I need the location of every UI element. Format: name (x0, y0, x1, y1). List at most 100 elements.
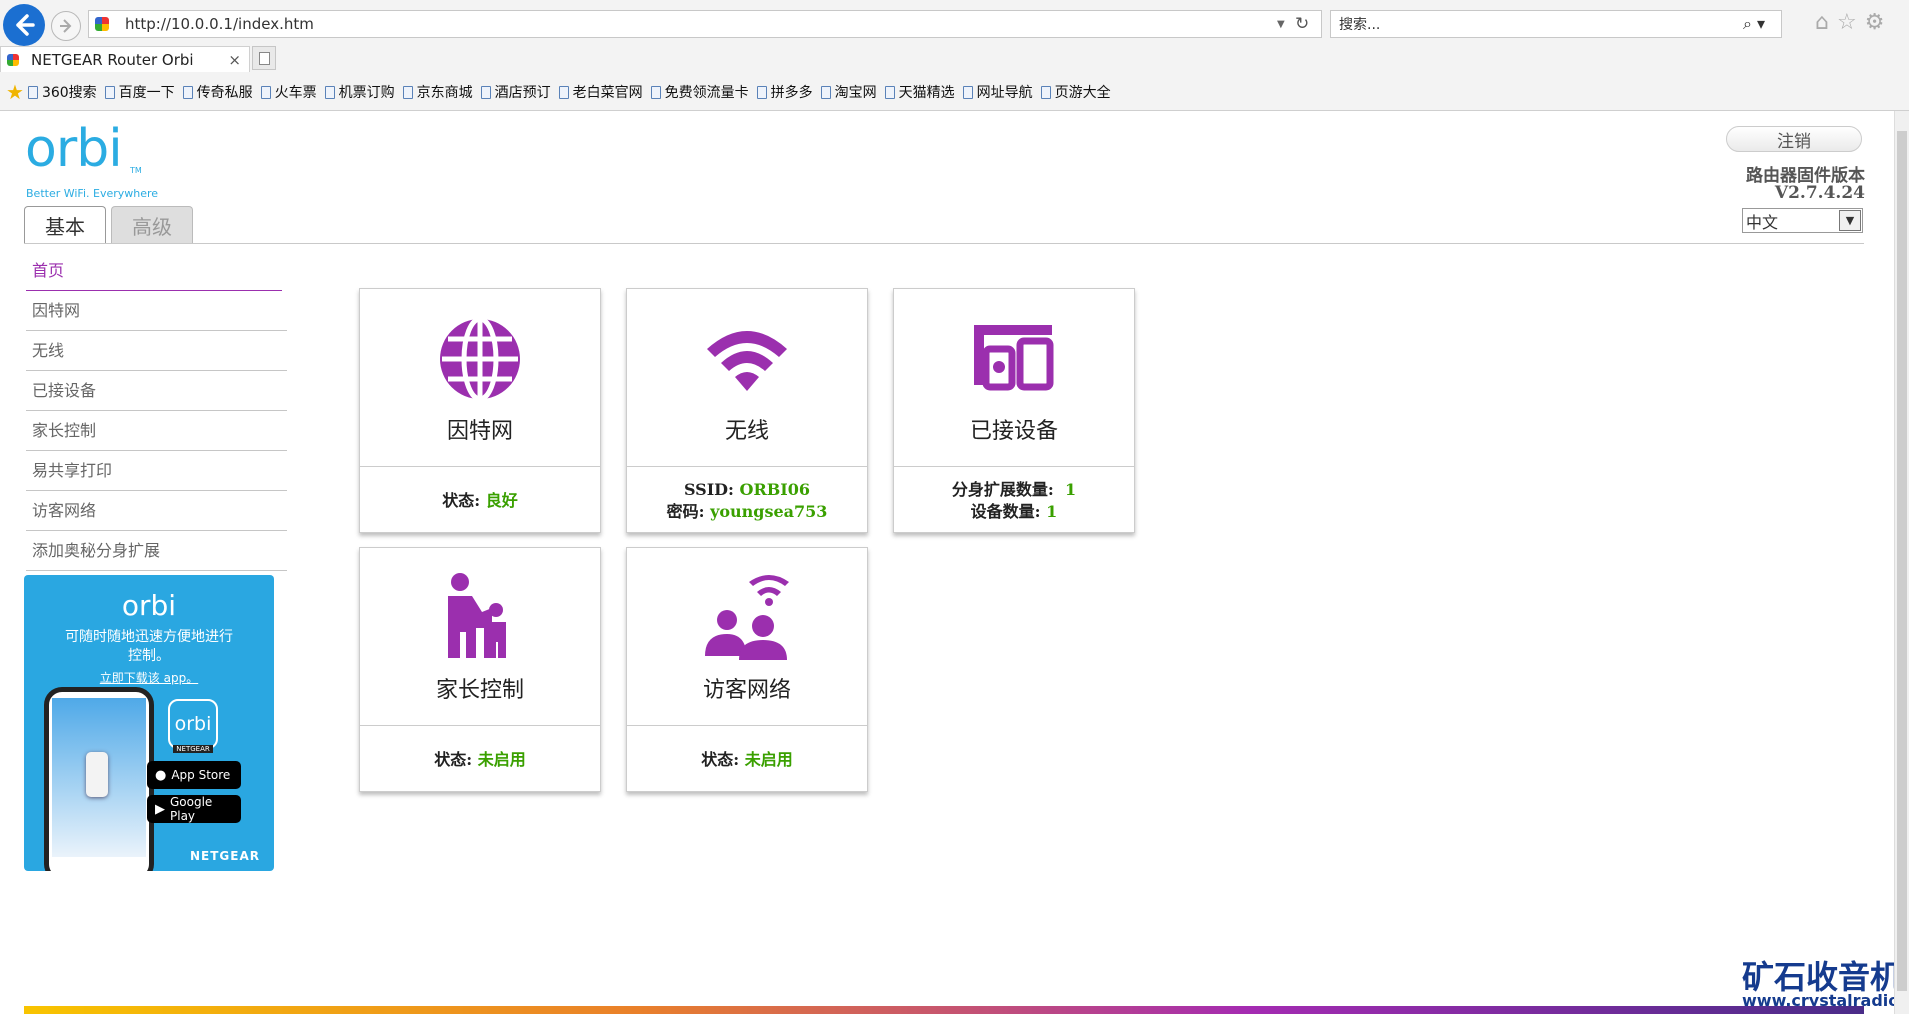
promo-download-link[interactable]: 立即下载该 app。 (24, 669, 274, 686)
ssid-value: ORBI06 (739, 480, 811, 499)
card-title: 访客网络 (702, 678, 791, 703)
wireless-card[interactable]: 无线 SSID: ORBI06 密码: youngsea753 (626, 288, 868, 533)
bookmark-item[interactable]: 老白菜官网 (558, 82, 643, 102)
parental-controls-card[interactable]: 家长控制 状态: 未启用 (359, 547, 601, 792)
page-icon (820, 85, 831, 99)
refresh-icon[interactable]: ↻ (1295, 14, 1321, 34)
chevron-down-icon[interactable]: ▼ (1839, 210, 1861, 231)
tab-basic[interactable]: 基本 (24, 206, 106, 244)
promo-logo: orbi (121, 589, 177, 622)
sidebar-item-internet[interactable]: 因特网 (26, 291, 287, 331)
page-icon (650, 85, 661, 99)
bookmark-item[interactable]: 酒店预订 (480, 82, 551, 102)
tab-advanced[interactable]: 高级 (111, 206, 193, 244)
page-icon (962, 85, 973, 99)
bookmark-item[interactable]: 免费领流量卡 (650, 82, 749, 102)
sidebar-item-parental-controls[interactable]: 家长控制 (26, 411, 287, 451)
settings-gear-icon[interactable]: ⚙ (1865, 10, 1885, 35)
guest-network-card[interactable]: 访客网络 状态: 未启用 (626, 547, 868, 792)
site-favicon-icon (95, 17, 109, 31)
browser-tab[interactable]: NETGEAR Router Orbi × (0, 46, 250, 72)
search-box[interactable]: 搜索... ⌕ ▾ (1330, 10, 1782, 38)
back-button[interactable] (3, 4, 45, 46)
app-store-button[interactable]: ● App Store (147, 761, 241, 789)
bookmark-label: 京东商城 (416, 85, 473, 101)
bookmark-item[interactable]: 360搜索 (27, 82, 97, 102)
bookmark-item[interactable]: 机票订购 (324, 82, 395, 102)
bookmark-item[interactable]: 淘宝网 (820, 82, 877, 102)
bookmark-item[interactable]: 传奇私服 (182, 82, 253, 102)
netgear-logo: NETGEAR (190, 849, 260, 863)
bookmark-label: 酒店预订 (494, 85, 551, 101)
search-input[interactable]: 搜索... (1339, 14, 1743, 34)
internet-card[interactable]: 因特网 状态: 良好 (359, 288, 601, 533)
favorites-star-icon[interactable]: ★ (6, 80, 24, 104)
home-icon[interactable]: ⌂ (1815, 10, 1829, 35)
bookmark-item[interactable]: 火车票 (260, 82, 317, 102)
bookmarks-bar: ★ 360搜索 百度一下 传奇私服 火车票 机票订购 京东商城 酒店预订 老白菜官网 免费领流量… (0, 78, 1119, 106)
wifi-icon (707, 331, 787, 391)
bookmark-item[interactable]: 天猫精选 (884, 82, 955, 102)
play-icon: ▶ (155, 801, 165, 817)
app-promo-banner[interactable]: orbi 可随时随地迅速方便地进行控制。 立即下载该 app。 orbi NETG… (24, 575, 274, 871)
internet-status: 良好 (485, 491, 518, 510)
sidebar-item-add-satellite[interactable]: 添加奥秘分身扩展 (26, 531, 287, 571)
page-icon (104, 85, 115, 99)
bookmark-item[interactable]: 网址导航 (962, 82, 1033, 102)
bookmark-label: 360搜索 (41, 85, 97, 101)
favorites-star-icon[interactable]: ☆ (1837, 10, 1857, 35)
address-dropdown-icon[interactable]: ▼ (1277, 19, 1295, 30)
logo-tagline: Better WiFi. Everywhere (26, 187, 159, 200)
close-tab-icon[interactable]: × (228, 51, 241, 69)
scrollbar-thumb[interactable] (1897, 131, 1907, 991)
address-url[interactable]: http://10.0.0.1/index.htm (125, 15, 1277, 33)
bookmark-item[interactable]: 页游大全 (1040, 82, 1111, 102)
sidebar-item-guest-network[interactable]: 访客网络 (26, 491, 287, 531)
devices-icon (974, 325, 1054, 391)
sidebar-item-attached-devices[interactable]: 已接设备 (26, 371, 287, 411)
new-tab-button[interactable] (252, 46, 276, 70)
sidebar-item-readyshare-printer[interactable]: 易共享打印 (26, 451, 287, 491)
sidebar: 首页 因特网 无线 已接设备 家长控制 易共享打印 访客网络 添加奥秘分身扩展 (26, 251, 287, 571)
bookmark-label: 天猫精选 (898, 85, 955, 101)
bookmark-label: 机票订购 (338, 85, 395, 101)
parental-status: 未启用 (477, 750, 526, 769)
logout-button[interactable]: 注销 (1726, 126, 1862, 152)
bookmark-label: 网址导航 (976, 85, 1033, 101)
bookmark-label: 页游大全 (1054, 85, 1111, 101)
sidebar-item-wireless[interactable]: 无线 (26, 331, 287, 371)
bookmark-label: 淘宝网 (834, 85, 877, 101)
page-icon (558, 85, 569, 99)
tab-favicon-icon (7, 53, 19, 66)
bookmark-label: 火车票 (274, 85, 317, 101)
bookmark-label: 传奇私服 (196, 85, 253, 101)
tab-divider (24, 243, 1864, 244)
toolbar-icons: ⌂ ☆ ⚙ (1815, 10, 1884, 35)
bookmark-label: 老白菜官网 (572, 85, 643, 101)
address-bar[interactable]: http://10.0.0.1/index.htm ▼ ↻ (88, 10, 1322, 38)
device-count: 1 (1046, 502, 1058, 521)
language-value[interactable]: 中文 (1746, 209, 1839, 233)
phone-image (44, 687, 154, 871)
page-scrollbar[interactable] (1894, 111, 1909, 1014)
page-icon (480, 85, 491, 99)
google-play-button[interactable]: ▶ Google Play (147, 795, 241, 823)
forward-button[interactable] (51, 11, 81, 41)
attached-devices-card[interactable]: 已接设备 分身扩展数量: 1 设备数量: 1 (893, 288, 1135, 533)
bookmark-item[interactable]: 拼多多 (756, 82, 813, 102)
page-icon (402, 85, 413, 99)
footer-color-bar (24, 1006, 1864, 1014)
sidebar-item-home[interactable]: 首页 (26, 251, 282, 291)
bookmark-label: 拼多多 (770, 85, 813, 101)
language-select[interactable]: 中文 ▼ (1742, 208, 1863, 233)
promo-text: 可随时随地迅速方便地进行控制。 (65, 629, 233, 664)
satellite-count: 1 (1064, 480, 1077, 499)
bookmark-item[interactable]: 百度一下 (104, 82, 175, 102)
bookmark-item[interactable]: 京东商城 (402, 82, 473, 102)
card-title: 已接设备 (969, 419, 1058, 444)
browser-chrome: http://10.0.0.1/index.htm ▼ ↻ 搜索... ⌕ ▾ … (0, 0, 1909, 111)
search-icon[interactable]: ⌕ ▾ (1743, 14, 1781, 34)
logo-trademark: TM (130, 166, 142, 175)
card-title: 因特网 (446, 419, 513, 444)
card-title: 无线 (724, 419, 769, 444)
